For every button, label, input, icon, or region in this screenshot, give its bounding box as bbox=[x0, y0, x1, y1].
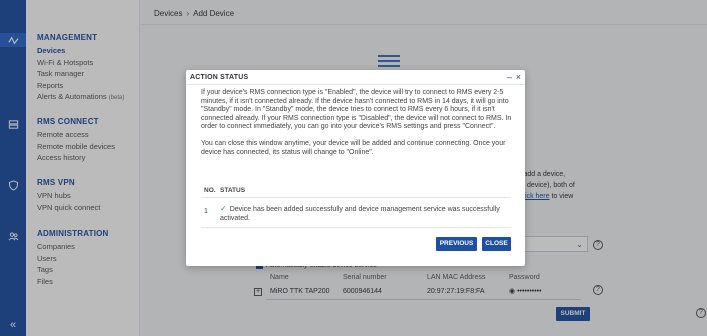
column-status: STATUS bbox=[220, 187, 246, 194]
minimize-icon[interactable]: – bbox=[507, 72, 512, 82]
check-icon: ✓ bbox=[220, 204, 227, 213]
status-text: Device has been added successfully and d… bbox=[220, 206, 500, 222]
action-status-dialog: ACTION STATUS – × If your device's RMS c… bbox=[186, 70, 525, 266]
row-number: 1 bbox=[204, 208, 208, 215]
close-info-text: You can close this window anytime, your … bbox=[201, 139, 506, 156]
column-no: NO. bbox=[204, 187, 216, 194]
dialog-body: If your device's RMS connection type is … bbox=[201, 89, 514, 157]
status-table-header: NO. STATUS bbox=[201, 184, 511, 198]
previous-button[interactable]: PREVIOUS bbox=[436, 237, 477, 251]
status-message: ✓ Device has been added successfully and … bbox=[216, 204, 506, 227]
table-row: 1 ✓ Device has been added successfully an… bbox=[201, 198, 511, 228]
connection-info-text: If your device's RMS connection type is … bbox=[201, 89, 512, 131]
close-button[interactable]: CLOSE bbox=[482, 237, 511, 251]
close-icon[interactable]: × bbox=[516, 72, 521, 82]
dialog-header: ACTION STATUS – × bbox=[186, 70, 525, 85]
dialog-title: ACTION STATUS bbox=[190, 74, 249, 81]
status-table: NO. STATUS 1 ✓ Device has been added succ… bbox=[201, 184, 511, 228]
dialog-actions: PREVIOUS CLOSE bbox=[436, 237, 511, 251]
